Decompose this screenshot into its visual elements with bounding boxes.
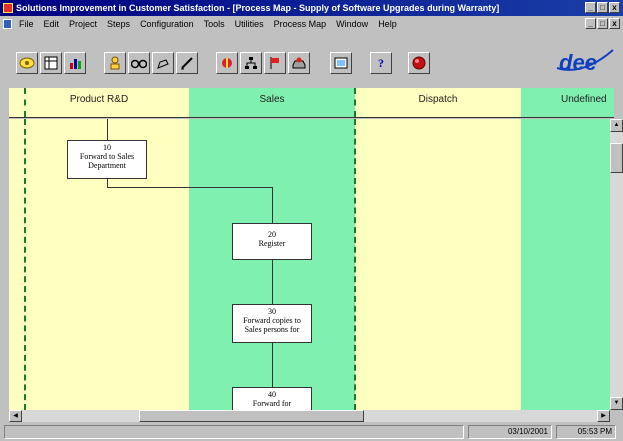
pencil-icon[interactable] (176, 52, 198, 74)
step-box-30[interactable]: 30 Forward copies to Sales persons for (232, 304, 312, 343)
step-text: Register (258, 239, 286, 248)
scroll-left-icon[interactable]: ◀ (9, 410, 22, 422)
process-map-canvas[interactable]: 10 Forward to Sales Department 20 Regist… (9, 119, 610, 410)
step-box-20[interactable]: 20 Register (232, 223, 312, 260)
lane-dispatch (355, 119, 521, 410)
binoculars-icon[interactable] (128, 52, 150, 74)
help-icon[interactable]: ? (370, 52, 392, 74)
step-number: 30 (268, 307, 276, 316)
open-icon[interactable] (16, 52, 38, 74)
menu-configuration[interactable]: Configuration (135, 16, 199, 32)
lane-undefined (521, 119, 610, 410)
scroll-right-icon[interactable]: ▶ (597, 410, 610, 422)
step-text: Forward to Sales (79, 152, 135, 161)
step-text: Forward copies to (243, 316, 301, 325)
connector (272, 343, 273, 387)
lane-header-product-rd[interactable]: Product R&D (9, 88, 189, 117)
menu-window[interactable]: Window (331, 16, 373, 32)
step-box-40[interactable]: 40 Forward for (232, 387, 312, 410)
menu-tools[interactable]: Tools (199, 16, 230, 32)
connector (107, 119, 108, 140)
horizontal-scrollbar[interactable]: ◀ ▶ (9, 410, 610, 422)
status-date: 03/10/2001 (468, 425, 552, 439)
title-bar[interactable]: Solutions Improvement in Customer Satisf… (0, 0, 623, 16)
dee-logo: dee (556, 49, 614, 75)
chart-icon[interactable] (64, 52, 86, 74)
doc-minimize-button[interactable]: _ (585, 18, 596, 29)
person-icon[interactable] (104, 52, 126, 74)
lane-header-sales[interactable]: Sales (189, 88, 355, 117)
connector (107, 179, 108, 187)
close-button[interactable]: x (609, 2, 620, 13)
toolbar: ? dee (0, 34, 623, 84)
edit-icon[interactable] (152, 52, 174, 74)
doc-close-button[interactable]: x (609, 18, 620, 29)
logo-text: dee (559, 50, 597, 75)
connector (272, 260, 273, 304)
doc-maximize-button[interactable]: □ (597, 18, 608, 29)
grid-icon[interactable] (40, 52, 62, 74)
menu-file[interactable]: File (14, 16, 39, 32)
connector (272, 187, 273, 223)
vertical-scroll-thumb[interactable] (610, 143, 623, 173)
menu-help[interactable]: Help (373, 16, 402, 32)
step-text: Department (88, 161, 126, 170)
lane-header-undefined[interactable]: Undefined (521, 88, 614, 117)
horizontal-scroll-thumb[interactable] (139, 410, 364, 422)
document-icon[interactable] (3, 19, 12, 29)
menu-utilities[interactable]: Utilities (230, 16, 269, 32)
status-panel (4, 425, 464, 439)
exit-icon[interactable] (408, 52, 430, 74)
scroll-up-icon[interactable]: ▲ (610, 119, 623, 132)
lane-header-dispatch[interactable]: Dispatch (355, 88, 521, 117)
lane-divider (24, 119, 26, 410)
menu-project[interactable]: Project (64, 16, 102, 32)
step-box-10[interactable]: 10 Forward to Sales Department (67, 140, 147, 179)
step-number: 10 (103, 143, 111, 152)
tray-icon[interactable] (288, 52, 310, 74)
status-time: 05:53 PM (556, 425, 616, 439)
connector (107, 187, 273, 188)
application-window: Solutions Improvement in Customer Satisf… (0, 0, 623, 441)
lane-divider (354, 88, 356, 117)
preview-icon[interactable] (330, 52, 352, 74)
lane-divider (24, 88, 26, 117)
step-number: 20 (268, 230, 276, 239)
lane-header: Product R&D Sales Dispatch Undefined (9, 88, 614, 118)
menu-steps[interactable]: Steps (102, 16, 135, 32)
status-bar: 03/10/2001 05:53 PM (0, 423, 623, 441)
menu-process-map[interactable]: Process Map (269, 16, 332, 32)
app-icon[interactable] (3, 3, 13, 13)
step-text: Sales persons for (244, 325, 300, 334)
hierarchy-icon[interactable] (240, 52, 262, 74)
flag-icon[interactable] (264, 52, 286, 74)
menu-edit[interactable]: Edit (39, 16, 65, 32)
step-number: 40 (268, 390, 276, 399)
scroll-down-icon[interactable]: ▼ (610, 397, 623, 410)
tools-icon[interactable] (216, 52, 238, 74)
minimize-button[interactable]: _ (585, 2, 596, 13)
window-title: Solutions Improvement in Customer Satisf… (16, 3, 500, 13)
step-text: Forward for (252, 399, 292, 408)
maximize-button[interactable]: □ (597, 2, 608, 13)
lane-divider (354, 119, 356, 410)
menu-bar: File Edit Project Steps Configuration To… (0, 16, 623, 32)
vertical-scrollbar[interactable]: ▲ ▼ (610, 119, 623, 410)
